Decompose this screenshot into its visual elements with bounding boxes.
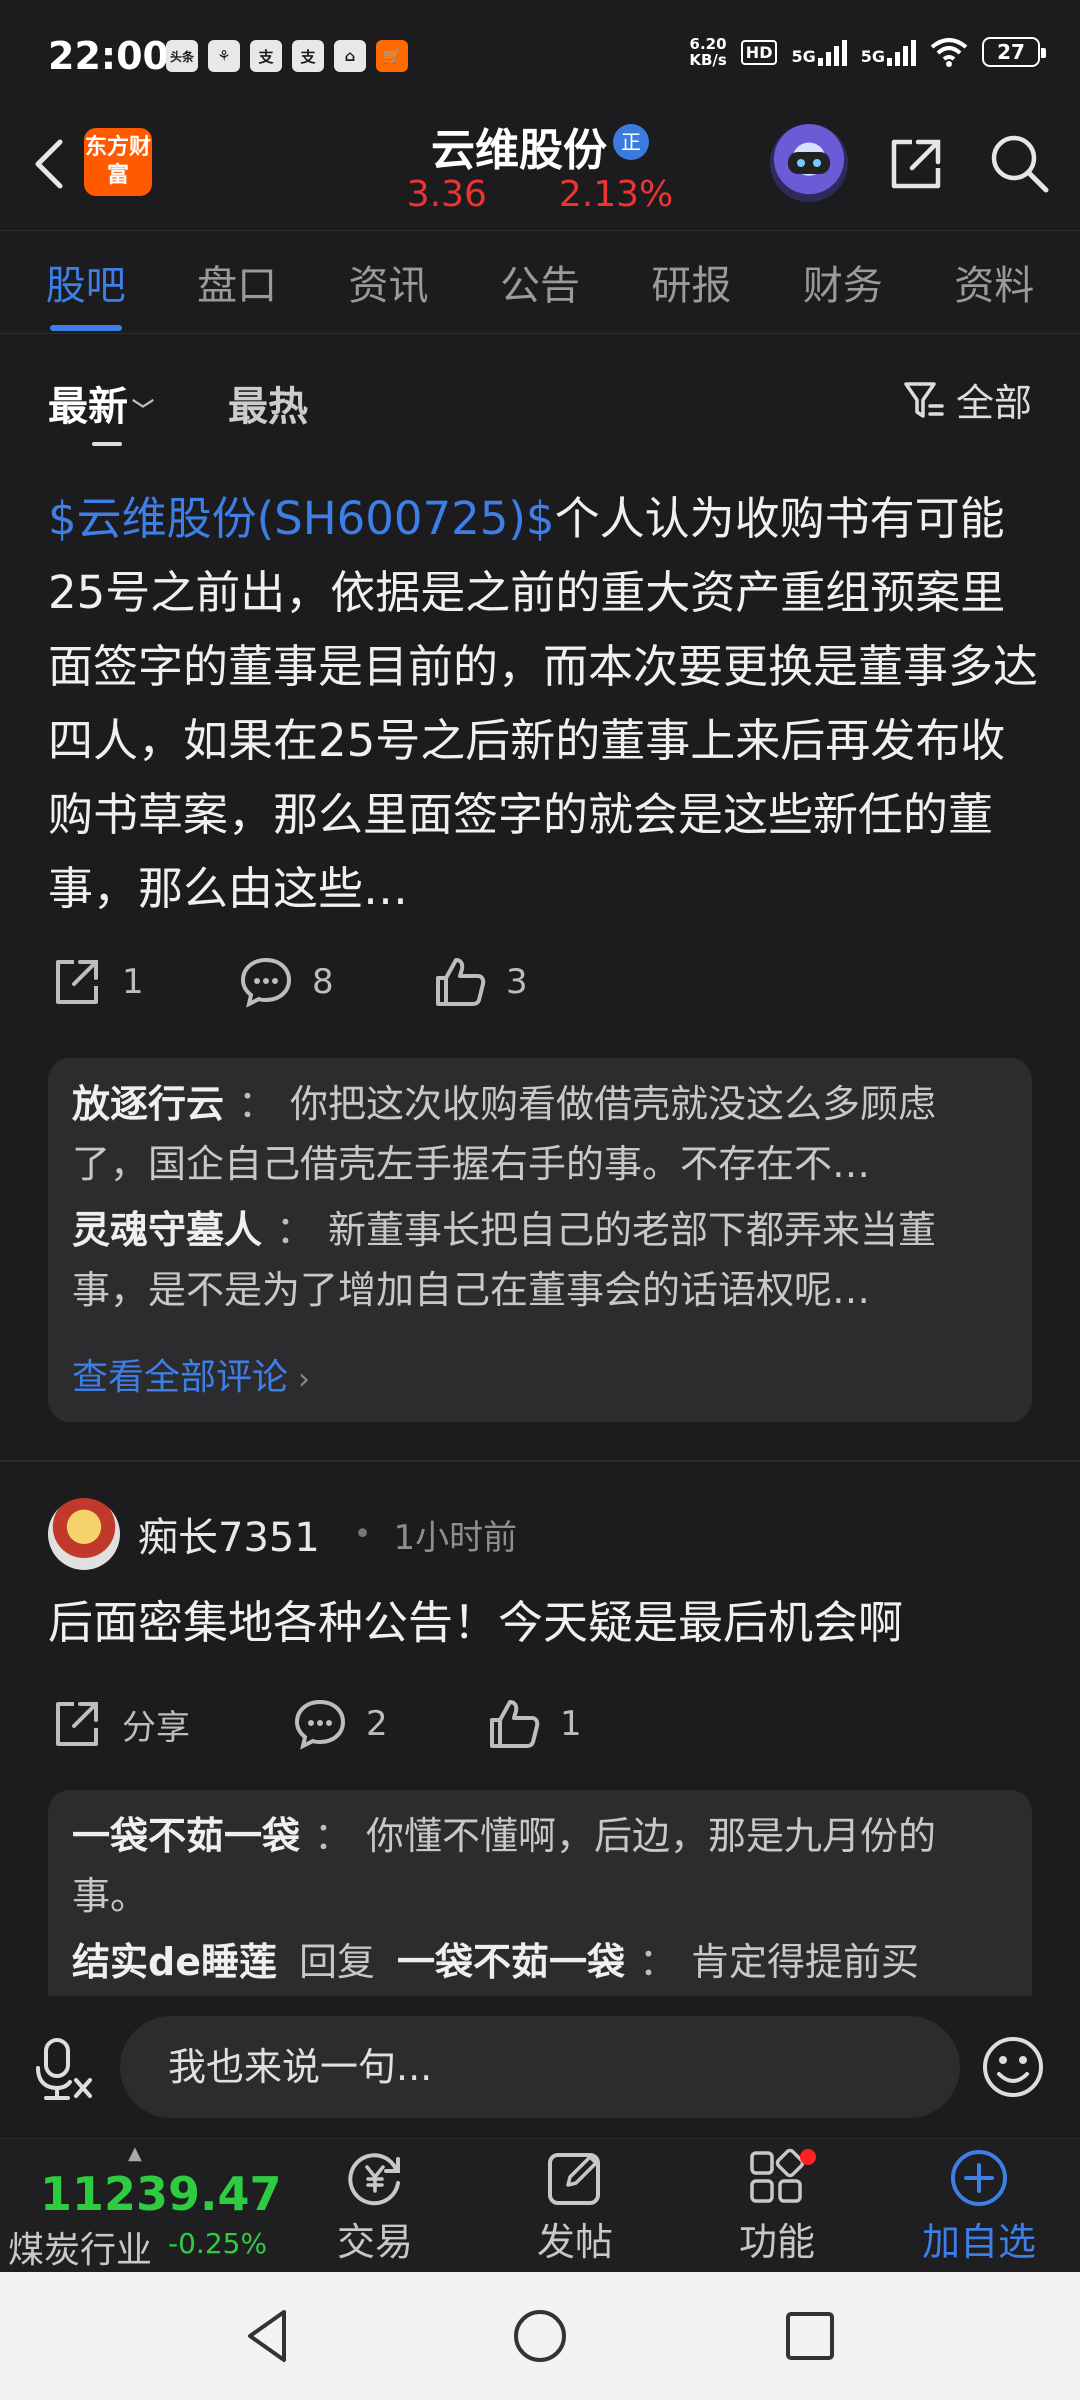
tab-announcements[interactable]: 公告	[496, 245, 584, 319]
hd-icon: HD	[740, 39, 778, 65]
grid-icon	[750, 2148, 805, 2203]
caret-up-icon: ▲	[128, 2143, 142, 2164]
comment-item: 灵魂守墓人：新董事长把自己的老部下都弄来当董事，是不是为了增加自己在董事会的话语…	[72, 1208, 937, 1312]
commenter-name[interactable]: 灵魂守墓人	[72, 1208, 262, 1252]
post-actions: 1 8 3	[48, 954, 528, 1010]
back-triangle-icon[interactable]	[236, 2304, 300, 2368]
sort-latest[interactable]: 最新 ﹀	[48, 374, 154, 432]
alipay-icon: 支	[250, 40, 282, 72]
index-value: 11239.47	[40, 2167, 282, 2221]
stock-price: 3.36	[406, 174, 487, 215]
tab-news[interactable]: 资讯	[345, 245, 433, 319]
author-name[interactable]: 痴长7351	[138, 1505, 320, 1563]
status-bar: 22:00 头条 ⚘ 支 支 ⌂ 🛒 6.20 KB/s HD 5G 5G 27	[0, 0, 1080, 112]
net-speed: 6.20 KB/s	[689, 35, 727, 69]
index-change: -0.25%	[168, 2227, 268, 2260]
sort-hot[interactable]: 最热	[228, 374, 308, 432]
notification-dot	[800, 2149, 816, 2165]
commenter-name[interactable]: 结实de睡莲	[72, 1940, 277, 1984]
notification-icons: 头条 ⚘ 支 支 ⌂ 🛒	[166, 40, 408, 72]
search-icon[interactable]	[986, 130, 1052, 196]
industry-index[interactable]: ▲ 11239.47 煤炭行业 -0.25%	[0, 2139, 290, 2273]
nav-functions[interactable]: 功能	[702, 2147, 852, 2266]
like-button[interactable]: 3	[432, 954, 528, 1010]
ai-assistant-icon[interactable]	[770, 124, 848, 202]
comment-text: 肯定得提前买	[691, 1940, 920, 1984]
post-content[interactable]: $云维股份(SH600725)$个人认为收购书有可能25号之前出，依据是之前的重…	[48, 482, 1038, 926]
comment-input[interactable]: 我也来说一句...	[120, 2016, 960, 2118]
index-name: 煤炭行业	[8, 2230, 153, 2271]
nav-post[interactable]: 发帖	[500, 2147, 650, 2266]
thumbs-up-icon	[436, 958, 486, 1006]
chevron-right-icon: ›	[298, 1362, 311, 1397]
home-app-icon: ⌂	[334, 40, 366, 72]
share-icon[interactable]	[884, 132, 948, 196]
avatar[interactable]	[48, 1498, 120, 1570]
post-time: 1小时前	[393, 1517, 518, 1558]
comment-preview[interactable]: 一袋不茹一袋：你懂不懂啊，后边，那是九月份的事。 结实de睡莲 回复 一袋不茹一袋：…	[48, 1790, 1032, 1996]
comment-item: 一袋不茹一袋：你懂不懂啊，后边，那是九月份的事。	[72, 1814, 937, 1918]
signal-icon: 5G	[861, 38, 916, 66]
add-circle-icon	[951, 2150, 1007, 2206]
post-content[interactable]: 后面密集地各种公告！今天疑是最后机会啊	[48, 1588, 903, 1658]
compose-icon	[548, 2153, 600, 2205]
system-nav-bar	[0, 2272, 1080, 2400]
share-button[interactable]: 1	[48, 954, 238, 1010]
alipay-icon: 支	[292, 40, 324, 72]
tab-guba[interactable]: 股吧	[42, 245, 130, 331]
chevron-down-icon: ﹀	[132, 399, 155, 424]
stock-badge: 正	[613, 124, 649, 160]
post-actions: 分享 2 1	[48, 1696, 582, 1752]
emoji-icon[interactable]	[980, 2034, 1046, 2100]
comment-icon	[240, 957, 292, 1008]
filter-button[interactable]: 全部	[902, 372, 1032, 427]
view-all-comments-link[interactable]: 查看全部评论 ›	[72, 1348, 310, 1400]
commenter-name[interactable]: 一袋不茹一袋	[72, 1814, 300, 1858]
signal-icon: 5G	[791, 38, 847, 66]
tab-finance[interactable]: 财务	[799, 245, 887, 319]
bottom-nav: ▲ 11239.47 煤炭行业 -0.25% 交易 发帖 功能 加自选	[0, 2138, 1080, 2272]
share-icon	[56, 960, 98, 1004]
section-tabs: 股吧 盘口 资讯 公告 研报 财务 资料	[0, 230, 1080, 334]
home-circle-icon[interactable]	[508, 2304, 572, 2368]
post-text: 个人认为收购书有可能25号之前出，依据是之前的重大资产重组预案里面签字的董事是目…	[48, 492, 1038, 915]
toutiao-icon: 头条	[166, 40, 198, 72]
comment-preview[interactable]: 放逐行云：你把这次收购看做借壳就没这么多顾虑了，国企自己借壳左手握右手的事。不存…	[48, 1058, 1032, 1422]
clock: 22:00	[48, 34, 169, 78]
filter-icon	[904, 381, 944, 418]
comment-button[interactable]: 2	[292, 1696, 486, 1752]
stock-mention-link[interactable]: $云维股份(SH600725)$	[48, 492, 555, 545]
comment-item: 结实de睡莲 回复 一袋不茹一袋：肯定得提前买	[72, 1940, 920, 1984]
post-author[interactable]: 痴长7351 • 1小时前	[48, 1498, 517, 1570]
tab-pankou[interactable]: 盘口	[193, 245, 281, 319]
comment-button[interactable]: 8	[238, 954, 432, 1010]
thumbs-up-icon	[490, 1700, 540, 1748]
share-button[interactable]: 分享	[48, 1696, 292, 1752]
wifi-icon	[930, 38, 968, 67]
tab-profile[interactable]: 资料	[950, 245, 1038, 319]
reply-bar: 我也来说一句...	[0, 1996, 1080, 2138]
nav-add-watchlist[interactable]: 加自选	[904, 2147, 1054, 2266]
battery-icon: 27	[982, 37, 1046, 67]
divider	[0, 1460, 1080, 1462]
reply-target-name[interactable]: 一袋不茹一袋	[397, 1940, 625, 1984]
scroll-indicator	[92, 442, 122, 446]
like-button[interactable]: 1	[486, 1696, 582, 1752]
share-icon	[56, 1702, 98, 1746]
trade-icon	[348, 2153, 400, 2206]
sort-bar: 最新 ﹀ 最热 全部	[0, 334, 1080, 462]
nav-trade[interactable]: 交易	[300, 2147, 450, 2266]
app-icon: ⚘	[208, 40, 240, 72]
comment-icon	[294, 1699, 346, 1750]
voice-input-icon[interactable]	[36, 2036, 96, 2100]
stock-header: 东方财富 云维股份正 3.36 2.13%	[0, 112, 1080, 230]
tab-research[interactable]: 研报	[647, 245, 735, 319]
shopping-icon: 🛒	[376, 40, 408, 72]
commenter-name[interactable]: 放逐行云	[72, 1082, 224, 1126]
recents-square-icon[interactable]	[778, 2304, 842, 2368]
stock-change: 2.13%	[558, 174, 674, 215]
stock-name: 云维股份	[431, 125, 607, 176]
status-indicators: 6.20 KB/s HD 5G 5G 27	[689, 35, 1046, 69]
comment-item: 放逐行云：你把这次收购看做借壳就没这么多顾虑了，国企自己借壳左手握右手的事。不存…	[72, 1082, 937, 1186]
